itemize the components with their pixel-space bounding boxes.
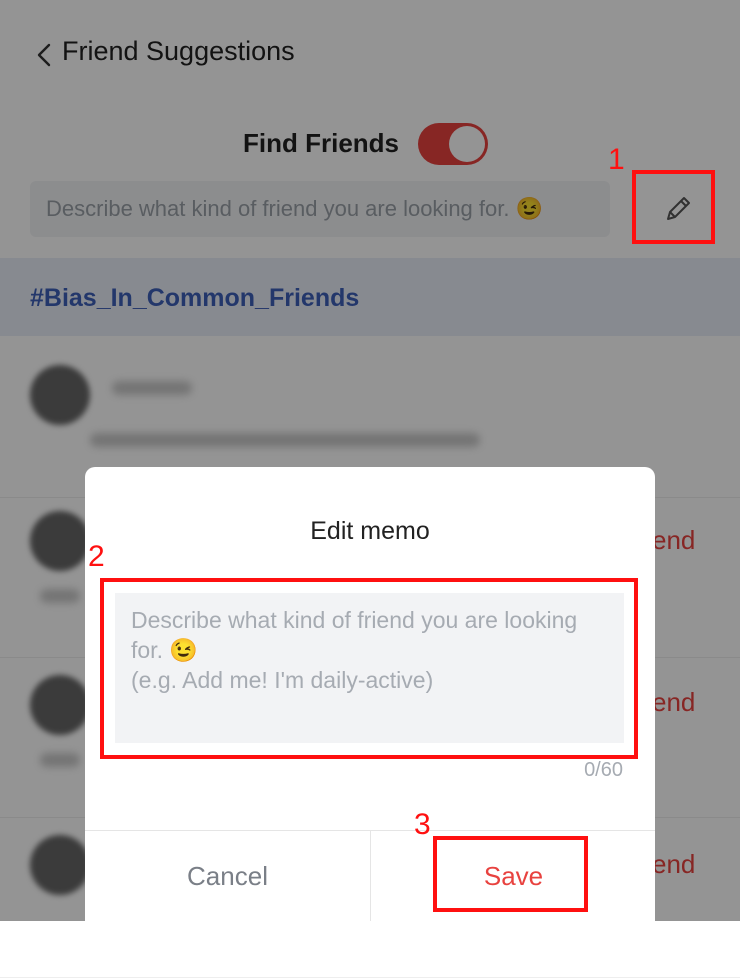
annotation-number-2: 2 xyxy=(88,540,105,573)
character-counter: 0/60 xyxy=(584,759,623,781)
cancel-button[interactable]: Cancel xyxy=(85,831,370,921)
annotation-box-2 xyxy=(100,578,638,759)
annotation-box-1 xyxy=(632,170,715,244)
dialog-title: Edit memo xyxy=(310,517,430,545)
annotation-number-3: 3 xyxy=(414,808,431,841)
annotation-box-3 xyxy=(433,836,588,912)
friend-suggestions-screen: Friend Suggestions Find Friends Describe… xyxy=(0,0,740,978)
annotation-number-1: 1 xyxy=(608,143,625,176)
